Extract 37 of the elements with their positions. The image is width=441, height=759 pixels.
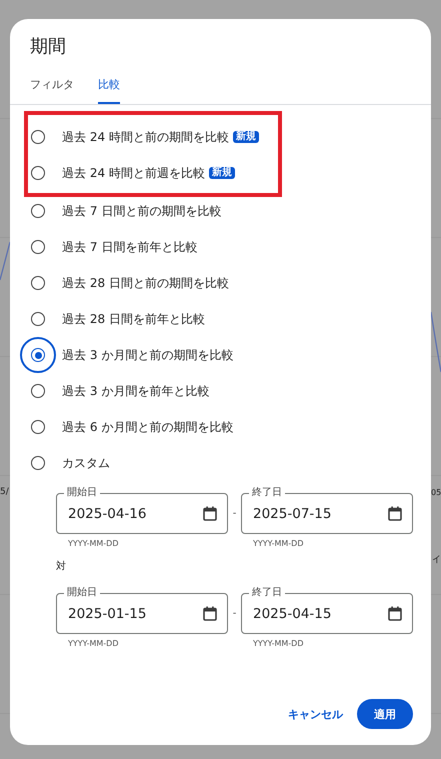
new-badge: 新規 (232, 131, 259, 143)
apply-button[interactable]: 適用 (357, 699, 413, 729)
format-hint: YYYY-MM-DD (253, 539, 304, 549)
format-hint: YYYY-MM-DD (253, 639, 304, 649)
tab[interactable]: 比較 (98, 77, 120, 104)
option-label[interactable]: カスタム (62, 454, 110, 472)
cancel-button[interactable]: キャンセル (288, 706, 343, 722)
option-label[interactable]: 過去 24 時間と前週を比較 (62, 164, 205, 182)
range-dash: - (232, 507, 238, 521)
background-text: 5/ (0, 487, 9, 497)
calendar-icon[interactable] (388, 506, 402, 521)
option-label[interactable]: 過去 7 日間を前年と比較 (62, 238, 198, 256)
field-label: 終了日 (249, 487, 285, 499)
field-label: 開始日 (64, 487, 100, 499)
calendar-icon[interactable] (203, 606, 217, 621)
option-label[interactable]: 過去 28 日間を前年と比較 (62, 310, 205, 328)
new-badge: 新規 (208, 167, 235, 179)
option-label[interactable]: 過去 28 日間と前の期間を比較 (62, 274, 229, 292)
option-label[interactable]: 過去 24 時間と前の期間を比較 (62, 128, 229, 146)
chart-line (431, 310, 441, 375)
field-label: 開始日 (64, 587, 100, 599)
radio-button[interactable] (20, 337, 56, 373)
option-label[interactable]: 過去 7 日間と前の期間を比較 (62, 202, 222, 220)
tab[interactable]: フィルタ (30, 77, 74, 104)
option-label[interactable]: 過去 3 か月間と前の期間を比較 (62, 346, 234, 364)
versus-label: 対 (56, 561, 67, 573)
option-label[interactable]: 過去 6 か月間と前の期間を比較 (62, 418, 234, 436)
field-label: 終了日 (249, 587, 285, 599)
option-label[interactable]: 過去 3 か月間を前年と比較 (62, 382, 210, 400)
dialog-title: 期間 (29, 35, 67, 59)
format-hint: YYYY-MM-DD (68, 539, 120, 549)
calendar-icon[interactable] (388, 606, 402, 621)
range-dash: - (232, 607, 238, 621)
background-text: イ (432, 554, 441, 566)
calendar-icon[interactable] (203, 506, 217, 521)
format-hint: YYYY-MM-DD (68, 639, 120, 649)
background-text: 05 (431, 488, 441, 497)
